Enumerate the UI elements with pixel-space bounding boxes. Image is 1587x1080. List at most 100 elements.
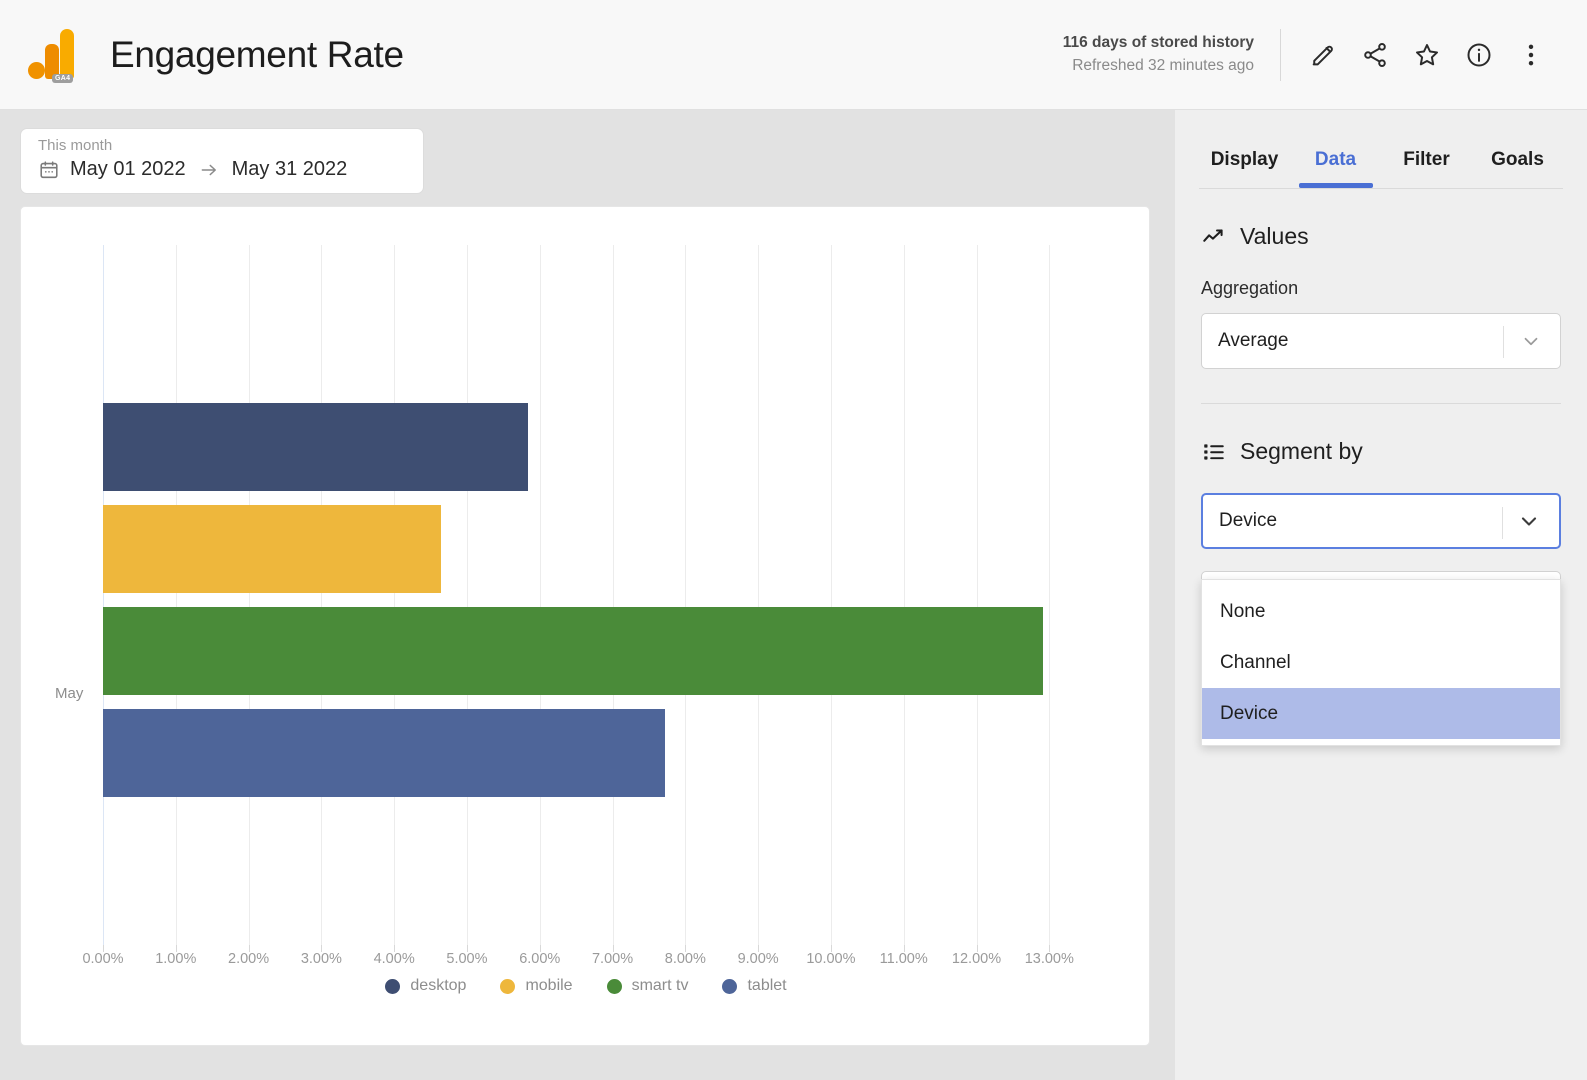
tab-goals[interactable]: Goals <box>1472 149 1563 188</box>
dropdown-option-none[interactable]: None <box>1202 586 1560 637</box>
header-actions: 116 days of stored history Refreshed 32 … <box>1063 28 1557 81</box>
analytics-dashboard: GA4 Engagement Rate 116 days of stored h… <box>0 0 1587 1080</box>
bar-chart-plot: 0.00% 1.00% 2.00% 3.00% 4.00% 5.00% 6.00% 7.00%… <box>82 245 1117 967</box>
aggregation-value: Average <box>1218 330 1289 351</box>
bar-smart-tv[interactable] <box>103 607 1044 695</box>
chart-legend: desktop mobile smart tv tablet <box>21 977 1151 995</box>
x-axis-tick-label: 10.00% <box>806 951 856 967</box>
grid-line <box>175 245 177 945</box>
legend-label: mobile <box>525 977 573 994</box>
dropdown-option-device[interactable]: Device <box>1202 688 1560 739</box>
y-axis-category-label: May <box>55 685 84 702</box>
bar-mobile[interactable] <box>103 505 442 593</box>
dropdown-option-channel[interactable]: Channel <box>1202 637 1560 688</box>
x-axis-tick-label: 6.00% <box>519 951 561 967</box>
tab-filter[interactable]: Filter <box>1381 149 1472 188</box>
tab-display[interactable]: Display <box>1199 149 1290 188</box>
chart-card: May 0.00% 1.00% 2.00% 3.00% 4.00% 5.00% 6.00% 7… <box>20 206 1150 1046</box>
x-axis-tick-label: 8.00% <box>664 951 706 967</box>
arrow-right-icon <box>199 160 219 180</box>
tab-data[interactable]: Data <box>1290 149 1381 188</box>
page-title: Engagement Rate <box>110 33 404 75</box>
grid-line <box>321 245 323 945</box>
legend-item-desktop[interactable]: desktop <box>385 977 466 995</box>
x-axis-tick-label: 12.00% <box>951 951 1002 967</box>
select-separator <box>1503 326 1504 358</box>
date-range-picker[interactable]: This month May 01 2022 May 31 2022 <box>20 128 424 194</box>
panel-tabs: Display Data Filter Goals <box>1175 110 1587 188</box>
x-axis-tick-label: 3.00% <box>300 951 342 967</box>
grid-line <box>976 245 978 945</box>
date-range-values: May 01 2022 May 31 2022 <box>38 158 423 181</box>
tabs-divider <box>1199 188 1563 189</box>
edit-icon[interactable] <box>1297 29 1349 81</box>
x-axis-tick-label: 5.00% <box>446 951 488 967</box>
calendar-icon <box>38 159 60 181</box>
x-axis-tick-label: 2.00% <box>228 951 270 967</box>
grid-line <box>103 245 104 945</box>
x-axis-tick-label: 13.00% <box>1024 951 1074 967</box>
list-icon <box>1201 439 1227 465</box>
grid-line <box>1049 245 1051 945</box>
x-axis-tick-label: 9.00% <box>737 951 779 967</box>
grid-line <box>830 245 832 945</box>
values-section: Values Aggregation Average <box>1175 223 1587 369</box>
x-axis-tick-label: 7.00% <box>591 951 634 967</box>
logo-badge: GA4 <box>52 73 74 83</box>
values-section-header: Values <box>1201 223 1561 250</box>
star-icon[interactable] <box>1401 29 1453 81</box>
segment-section-title: Segment by <box>1240 438 1363 464</box>
chevron-down-icon <box>1520 330 1542 352</box>
grid-line <box>612 245 614 945</box>
legend-swatch <box>500 978 516 994</box>
more-vertical-icon[interactable] <box>1505 29 1557 81</box>
ga4-logo: GA4 <box>26 27 82 83</box>
chevron-down-icon <box>1517 509 1541 533</box>
select-separator <box>1502 507 1503 539</box>
app-header: GA4 Engagement Rate 116 days of stored h… <box>0 0 1587 110</box>
grid-line <box>466 245 468 945</box>
values-section-title: Values <box>1240 223 1309 249</box>
legend-swatch <box>385 978 401 994</box>
refreshed-label: Refreshed 32 minutes ago <box>1072 56 1254 74</box>
settings-panel: Display Data Filter Goals Values Aggregatio… <box>1175 110 1587 1080</box>
x-axis-tick-label: 11.00% <box>879 951 928 967</box>
grid-line <box>394 245 396 945</box>
legend-item-tablet[interactable]: tablet <box>722 977 787 995</box>
legend-item-mobile[interactable]: mobile <box>500 977 573 995</box>
section-divider <box>1201 403 1561 404</box>
legend-label: desktop <box>410 977 467 994</box>
x-axis-tick-label: 1.00% <box>155 951 197 967</box>
segment-by-select[interactable]: Device <box>1201 493 1561 549</box>
aggregation-label: Aggregation <box>1201 278 1299 298</box>
legend-item-smart-tv[interactable]: smart tv <box>606 977 689 995</box>
share-icon[interactable] <box>1349 29 1401 81</box>
segment-by-dropdown-menu: None Channel Device <box>1201 579 1561 746</box>
x-axis-tick-label: 0.00% <box>82 951 124 967</box>
aggregation-select[interactable]: Average <box>1201 313 1561 369</box>
trending-up-icon <box>1201 224 1227 250</box>
grid-line <box>685 245 687 945</box>
bar-desktop[interactable] <box>103 403 529 491</box>
legend-swatch <box>606 978 622 994</box>
info-icon[interactable] <box>1453 29 1505 81</box>
legend-label: smart tv <box>631 977 689 994</box>
segment-section-header: Segment by <box>1201 438 1561 465</box>
legend-swatch <box>722 978 738 994</box>
grid-line <box>539 245 541 945</box>
date-range-preset: This month <box>38 137 113 154</box>
date-range-end: May 31 2022 <box>231 158 348 181</box>
grid-line <box>903 245 905 945</box>
logo-dot <box>28 61 45 79</box>
main-content: This month May 01 2022 May 31 2022 May 0… <box>0 110 1175 1080</box>
x-axis-tick-label: 4.00% <box>373 951 415 967</box>
segment-by-value: Device <box>1219 510 1278 531</box>
stored-history-label: 116 days of stored history <box>1062 34 1254 52</box>
logo-bar-tall <box>60 28 74 79</box>
history-block: 116 days of stored history Refreshed 32 … <box>1063 32 1254 77</box>
legend-label: tablet <box>747 977 787 994</box>
grid-line <box>758 245 760 945</box>
header-divider <box>1280 28 1281 81</box>
bar-tablet[interactable] <box>103 709 665 797</box>
date-range-start: May 01 2022 <box>70 158 186 181</box>
